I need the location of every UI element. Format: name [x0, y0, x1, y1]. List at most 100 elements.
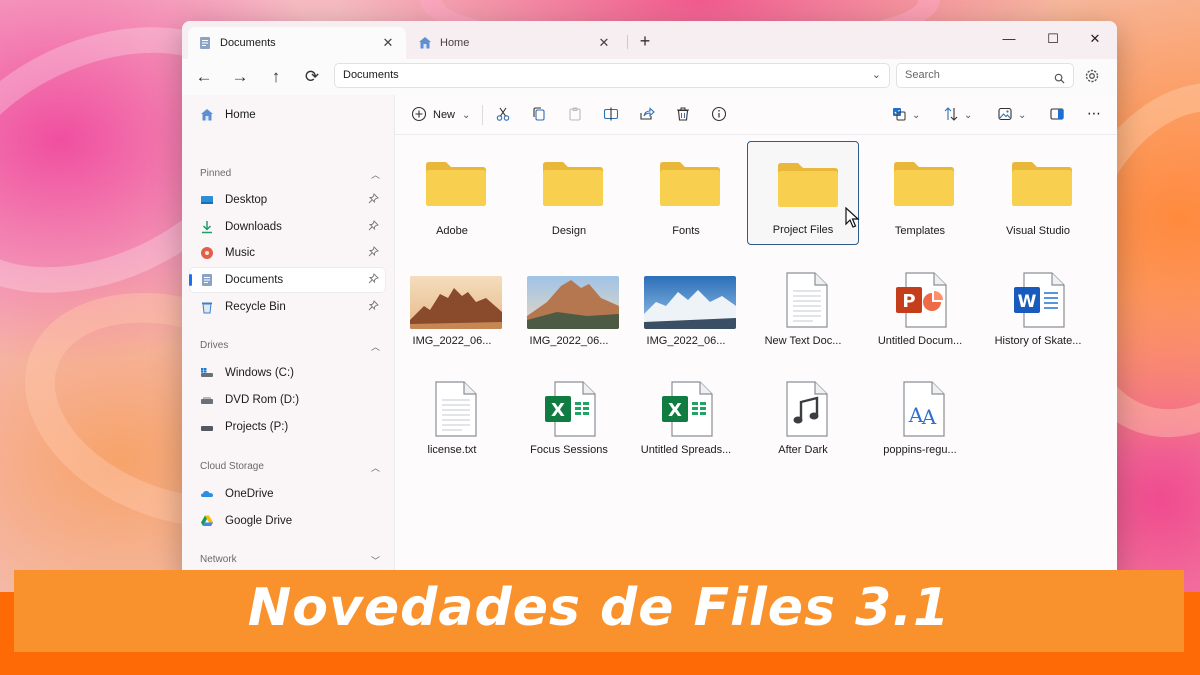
- pin-icon[interactable]: [368, 193, 379, 204]
- copy-icon: [531, 106, 547, 125]
- refresh-button[interactable]: ⟳: [297, 63, 327, 91]
- file-tile-fonts[interactable]: Fonts: [630, 141, 742, 245]
- file-tile-untitled-spreads[interactable]: X Untitled Spreads...: [630, 360, 742, 464]
- pin-icon[interactable]: [368, 300, 379, 311]
- rename-button[interactable]: [603, 106, 619, 124]
- sidebar-item-projects-drive[interactable]: Projects (P:): [190, 415, 385, 439]
- section-label: Cloud Storage: [200, 461, 264, 472]
- sidebar-item-downloads[interactable]: Downloads: [190, 215, 385, 239]
- svg-text:X: X: [668, 400, 682, 421]
- tab-documents[interactable]: Documents ✕: [188, 27, 406, 59]
- preview-pane-icon: [1049, 106, 1065, 125]
- section-header-cloud[interactable]: Cloud Storage ︿: [200, 461, 380, 474]
- file-tile-img-2022-06[interactable]: IMG_2022_06...: [396, 251, 508, 355]
- image-layout-icon: [997, 106, 1013, 125]
- file-tile-visual-studio[interactable]: Visual Studio: [982, 141, 1094, 245]
- pin-icon[interactable]: [368, 273, 379, 284]
- chevron-down-icon[interactable]: ﹀: [371, 554, 380, 567]
- layout-button[interactable]: ⌄: [997, 106, 1026, 124]
- maximize-button[interactable]: ☐: [1033, 25, 1073, 53]
- forward-button[interactable]: →: [225, 63, 255, 91]
- cut-icon: [495, 106, 511, 125]
- trash-icon: [675, 106, 691, 125]
- command-toolbar: New ⌄ ⌄ ⌄ ⌄ ⋯: [395, 95, 1117, 135]
- file-tile-untitled-docum[interactable]: P Untitled Docum...: [864, 251, 976, 355]
- file-tile-new-text-doc[interactable]: New Text Doc...: [747, 251, 859, 355]
- sidebar-item-label: Windows (C:): [225, 367, 295, 379]
- svg-text:P: P: [902, 291, 915, 312]
- section-header-pinned[interactable]: Pinned ︿: [200, 168, 380, 181]
- close-tab-icon[interactable]: ✕: [596, 35, 612, 51]
- search-input[interactable]: Search: [896, 63, 1074, 88]
- chevron-up-icon[interactable]: ︿: [371, 168, 380, 181]
- sort-button[interactable]: ⌄: [943, 106, 972, 124]
- chevron-down-icon: ⌄: [1018, 109, 1027, 121]
- sidebar-item-label: Desktop: [225, 194, 268, 206]
- file-name: IMG_2022_06...: [412, 335, 492, 347]
- recycle-bin-icon: [200, 300, 214, 314]
- chevron-up-icon[interactable]: ︿: [371, 340, 380, 353]
- search-icon: [1054, 70, 1065, 84]
- download-icon: [200, 220, 214, 234]
- address-bar[interactable]: Documents ⌄: [334, 63, 890, 88]
- file-tile-img-2022-06[interactable]: IMG_2022_06...: [630, 251, 742, 355]
- sidebar-item-onedrive[interactable]: OneDrive: [190, 482, 385, 506]
- file-name: Design: [551, 225, 587, 237]
- pin-icon[interactable]: [368, 220, 379, 231]
- chevron-up-icon[interactable]: ︿: [371, 461, 380, 474]
- sidebar-item-home[interactable]: Home: [190, 103, 385, 127]
- cut-button[interactable]: [495, 106, 511, 124]
- sidebar-item-documents[interactable]: Documents: [189, 268, 385, 292]
- close-tab-icon[interactable]: ✕: [380, 35, 396, 51]
- google-drive-icon: [200, 514, 214, 528]
- copy-button[interactable]: [531, 106, 547, 124]
- file-explorer-window: Documents ✕ Home ✕ + — ☐ ✕ ← → ↑ ⟳ Docum…: [182, 21, 1117, 581]
- sidebar-item-music[interactable]: Music: [190, 241, 385, 265]
- section-label: Network: [200, 554, 237, 565]
- sidebar-item-google-drive[interactable]: Google Drive: [190, 509, 385, 533]
- close-window-button[interactable]: ✕: [1075, 25, 1115, 53]
- file-tile-adobe[interactable]: Adobe: [396, 141, 508, 245]
- file-tile-design[interactable]: Design: [513, 141, 625, 245]
- delete-button[interactable]: [675, 106, 691, 124]
- file-tile-license-txt[interactable]: license.txt: [396, 360, 508, 464]
- sidebar-item-windows-drive[interactable]: Windows (C:): [190, 361, 385, 385]
- file-tile-templates[interactable]: Templates: [864, 141, 976, 245]
- file-tile-focus-sessions[interactable]: X Focus Sessions: [513, 360, 625, 464]
- file-tile-history-of-skate[interactable]: W History of Skate...: [982, 251, 1094, 355]
- file-name: After Dark: [778, 444, 828, 456]
- sidebar-item-desktop[interactable]: Desktop: [190, 188, 385, 212]
- new-tab-button[interactable]: +: [634, 30, 656, 52]
- sidebar-item-dvd-drive[interactable]: DVD Rom (D:): [190, 388, 385, 412]
- chevron-down-icon[interactable]: ⌄: [872, 64, 881, 87]
- file-tile-after-dark[interactable]: After Dark: [747, 360, 859, 464]
- file-tile-poppins-regu[interactable]: A Apoppins-regu...: [864, 360, 976, 464]
- svg-text:W: W: [1018, 292, 1037, 312]
- pin-icon[interactable]: [368, 246, 379, 257]
- section-header-network[interactable]: Network ﹀: [200, 554, 380, 567]
- more-options-button[interactable]: ⋯: [1087, 104, 1101, 122]
- new-button[interactable]: New ⌄: [411, 106, 470, 124]
- section-header-drives[interactable]: Drives ︿: [200, 340, 380, 353]
- title-bar: Documents ✕ Home ✕ + — ☐ ✕: [182, 21, 1117, 59]
- file-grid: Adobe Design Fonts Project Files Templates Vi…: [395, 135, 1117, 581]
- share-button[interactable]: [639, 106, 655, 124]
- sidebar-item-recycle-bin[interactable]: Recycle Bin: [190, 295, 385, 319]
- checkbox-select-icon: [891, 106, 907, 125]
- paste-button[interactable]: [567, 106, 583, 124]
- properties-button[interactable]: [711, 106, 727, 124]
- file-tile-project-files[interactable]: Project Files: [747, 141, 860, 245]
- desktop-icon: [200, 193, 214, 207]
- file-name: History of Skate...: [994, 335, 1082, 347]
- back-button[interactable]: ←: [189, 63, 219, 91]
- file-tile-img-2022-06[interactable]: IMG_2022_06...: [513, 251, 625, 355]
- tab-home[interactable]: Home ✕: [408, 27, 622, 59]
- minimize-button[interactable]: —: [989, 25, 1029, 53]
- settings-gear-icon[interactable]: [1083, 67, 1101, 85]
- selection-options-button[interactable]: ⌄: [891, 106, 920, 124]
- file-name: Untitled Spreads...: [640, 444, 732, 456]
- preview-pane-button[interactable]: [1049, 106, 1065, 124]
- tab-label: Home: [440, 37, 470, 49]
- sidebar-item-label: OneDrive: [225, 488, 274, 500]
- up-button[interactable]: ↑: [261, 63, 291, 91]
